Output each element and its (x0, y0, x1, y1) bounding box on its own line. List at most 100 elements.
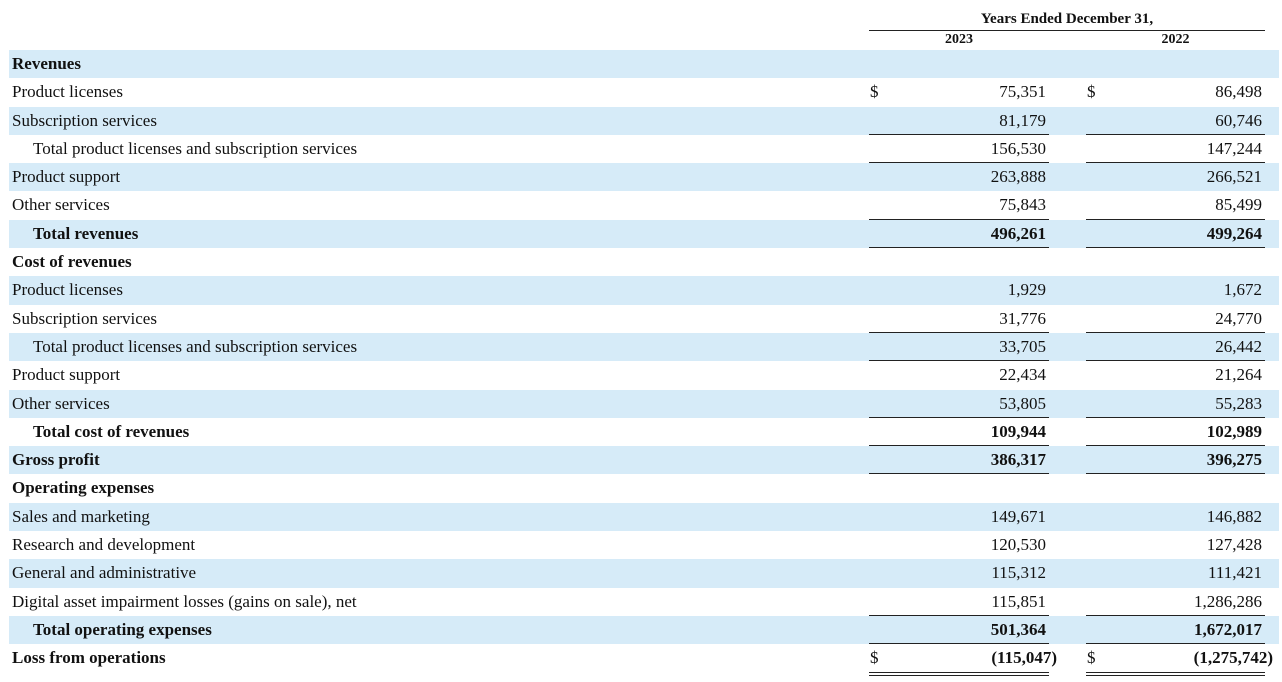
value-cell-2022: 85,499 (1086, 191, 1265, 220)
table-row: Total cost of revenues 109,944 102,989 (9, 418, 1279, 447)
value-2023: 75,351 (999, 82, 1046, 102)
row-label: Sales and marketing (12, 506, 150, 526)
value-cell-2023 (869, 50, 1049, 78)
value-2022: 1,672 (1223, 280, 1262, 300)
value-cell-2023: 501,364 (869, 616, 1049, 645)
value-cell-2023: $75,351 (869, 78, 1049, 106)
value-2022: 146,882 (1206, 506, 1262, 526)
table-row: Product support 263,888 266,521 (9, 163, 1279, 192)
value-2022: 102,989 (1206, 421, 1262, 441)
table-row: Total revenues 496,261 499,264 (9, 219, 1279, 249)
value-cell-2022: $86,498 (1086, 78, 1265, 106)
row-label: Gross profit (12, 450, 100, 470)
value-2023: 115,312 (991, 563, 1046, 583)
row-label: Total product licenses and subscription … (33, 336, 358, 356)
value-2023: 75,843 (999, 195, 1046, 215)
value-cell-2023: 149,671 (869, 503, 1049, 531)
value-2022: 24,770 (1215, 308, 1262, 328)
currency-symbol: $ (870, 648, 879, 668)
value-cell-2022 (1086, 50, 1265, 78)
table-row: Digital asset impairment losses (gains o… (9, 588, 1279, 616)
value-cell-2023: 53,805 (869, 390, 1049, 418)
value-2023: 115,851 (991, 591, 1046, 611)
column-header-2023: 2023 (869, 30, 1049, 51)
value-cell-2022: 60,746 (1086, 107, 1265, 135)
value-cell-2023: 115,312 (869, 559, 1049, 587)
value-2022: 86,498 (1215, 82, 1262, 102)
value-2023: 386,317 (990, 450, 1046, 470)
row-label: Total revenues (33, 223, 139, 243)
table-row: Total product licenses and subscription … (9, 332, 1279, 362)
value-cell-2023: 386,317 (869, 446, 1049, 475)
table-row: Revenues (9, 50, 1279, 79)
value-cell-2022: 1,286,286 (1086, 588, 1265, 616)
value-2022: 111,421 (1208, 563, 1262, 583)
value-2023: 120,530 (990, 535, 1046, 555)
value-2023: 496,261 (990, 223, 1046, 243)
value-cell-2022 (1086, 474, 1265, 502)
value-cell-2023: 81,179 (869, 107, 1049, 135)
value-2022: 499,264 (1206, 223, 1262, 243)
value-cell-2023: 156,530 (869, 135, 1049, 164)
value-cell-2023: 109,944 (869, 418, 1049, 447)
value-cell-2022: 499,264 (1086, 220, 1265, 249)
value-cell-2023: 31,776 (869, 305, 1049, 333)
value-2022: 1,286,286 (1194, 591, 1262, 611)
currency-symbol: $ (1087, 648, 1096, 668)
value-cell-2022: 55,283 (1086, 390, 1265, 418)
table-row: Cost of revenues (9, 248, 1279, 276)
value-2022: 21,264 (1215, 365, 1262, 385)
row-label: Subscription services (12, 110, 157, 130)
currency-symbol: $ (870, 82, 879, 102)
value-2022: 60,746 (1215, 110, 1262, 130)
column-header-2022: 2022 (1086, 30, 1265, 51)
value-cell-2023 (869, 474, 1049, 502)
row-label: Subscription services (12, 308, 157, 328)
table-row: Total operating expenses 501,364 1,672,017 (9, 615, 1279, 645)
value-cell-2023: 1,929 (869, 276, 1049, 304)
value-2022: 396,275 (1206, 450, 1262, 470)
table-row: Other services 75,843 85,499 (9, 191, 1279, 220)
value-cell-2022: 147,244 (1086, 135, 1265, 164)
value-2023: 53,805 (999, 393, 1046, 413)
value-cell-2023 (869, 248, 1049, 276)
value-2023: (115,047) (991, 648, 1057, 668)
value-2023: 31,776 (999, 308, 1046, 328)
value-2023: 81,179 (999, 110, 1046, 130)
section-heading: Revenues (12, 54, 81, 73)
value-cell-2022: 146,882 (1086, 503, 1265, 531)
row-label: Product licenses (12, 82, 123, 102)
value-cell-2022: 1,672,017 (1086, 616, 1265, 645)
value-2023: 33,705 (999, 336, 1046, 356)
table-row: Total product licenses and subscription … (9, 135, 1279, 164)
income-statement-table: Revenues Product licenses $75,351 $86,498 Su… (9, 50, 1279, 677)
value-2023: 501,364 (990, 619, 1046, 639)
row-label: Other services (12, 393, 110, 413)
row-label: Loss from operations (12, 648, 166, 668)
row-label: Total product licenses and subscription … (33, 138, 358, 158)
period-header: Years Ended December 31, (869, 8, 1265, 31)
row-label: Research and development (12, 535, 196, 555)
value-cell-2022: 127,428 (1086, 531, 1265, 559)
value-2022: (1,275,742) (1193, 648, 1273, 668)
value-cell-2022: 24,770 (1086, 305, 1265, 333)
value-cell-2022: $ (1,275,742) (1086, 644, 1273, 677)
table-row: Research and development 120,530 127,428 (9, 531, 1279, 559)
value-cell-2022: 26,442 (1086, 333, 1265, 362)
row-label: Product licenses (12, 280, 123, 300)
value-cell-2022: 102,989 (1086, 418, 1265, 447)
value-2023: 149,671 (990, 506, 1046, 526)
value-2022: 147,244 (1206, 138, 1262, 158)
value-cell-2022: 266,521 (1086, 163, 1265, 191)
value-2023: 156,530 (990, 138, 1046, 158)
value-cell-2023: 263,888 (869, 163, 1049, 191)
value-2022: 26,442 (1215, 336, 1262, 356)
value-cell-2023: 33,705 (869, 333, 1049, 362)
value-cell-2022: 21,264 (1086, 361, 1265, 389)
table-row: General and administrative 115,312 111,421 (9, 559, 1279, 588)
table-row: Product support 22,434 21,264 (9, 361, 1279, 389)
table-row: Other services 53,805 55,283 (9, 389, 1279, 418)
row-label: Other services (12, 195, 110, 215)
value-2022: 266,521 (1206, 167, 1262, 187)
value-2023: 109,944 (990, 421, 1046, 441)
